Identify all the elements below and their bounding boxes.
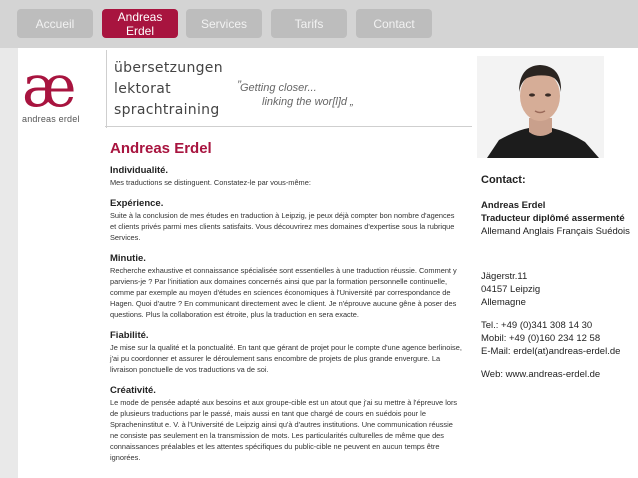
header-divider [106,50,107,128]
contact-languages: Allemand Anglais Français Suédois [481,226,630,237]
portrait-image [477,56,604,158]
section-minutie: Minutie. Recherche exhaustive et connais… [110,252,462,320]
section-text: Recherche exhaustive et connaissance spé… [110,266,457,319]
logo-name: andreas erdel [22,114,80,124]
top-navigation: Accueil Andreas Erdel Services Tarifs Co… [0,0,638,48]
contact-sidebar: Contact: Andreas Erdel Traducteur diplôm… [481,174,636,381]
main-content: Andreas Erdel Individualité. Mes traduct… [110,140,462,472]
tab-contact[interactable]: Contact [356,9,432,38]
tab-tarifs[interactable]: Tarifs [271,9,347,38]
logo[interactable]: æ andreas erdel [22,52,92,124]
tab-label: Tarifs [294,16,324,31]
contact-tel: Tel.: +49 (0)341 308 14 30 [481,320,593,331]
section-experience: Expérience. Suite à la conclusion de mes… [110,197,462,243]
tab-label: Services [200,16,247,31]
tab-label: Accueil [35,16,75,31]
contact-mobile: Mobil: +49 (0)160 234 12 58 [481,333,601,344]
section-text: Suite à la conclusion de mes études en t… [110,211,455,242]
section-fiabilite: Fiabilité. Je mise sur la qualité et la … [110,329,462,375]
tab-accueil[interactable]: Accueil [17,9,93,38]
profile-photo [477,56,604,158]
section-heading: Créativité. [110,385,156,396]
section-heading: Individualité. [110,165,169,176]
services-list: übersetzungen lektorat sprachtraining [114,58,223,121]
section-heading: Expérience. [110,198,164,209]
section-heading: Fiabilité. [110,330,149,341]
contact-country: Allemagne [481,297,526,308]
section-text: Le mode de pensée adapté aux besoins et … [110,398,458,462]
header-rule [105,126,472,127]
tab-label: Andreas Erdel [117,9,163,38]
contact-email[interactable]: E-Mail: erdel(at)andreas-erdel.de [481,345,636,358]
section-individualite: Individualité. Mes traductions se distin… [110,164,462,188]
slogan-line-2: linking the wor[l]d „ [262,96,354,108]
tab-services[interactable]: Services [186,9,262,38]
service-item: übersetzungen [114,60,223,76]
tab-label: Contact [373,16,415,31]
service-item: lektorat [114,81,171,97]
contact-street: Jägerstr.11 [481,271,528,282]
section-creativite: Créativité. Le mode de pensée adapté aux… [110,384,462,463]
logo-mark: æ [22,52,77,120]
contact-name: Andreas Erdel [481,200,546,211]
contact-heading: Contact: [481,174,526,186]
service-item: sprachtraining [114,102,220,118]
section-text: Je mise sur la qualité et la ponctualité… [110,343,462,374]
tab-andreas-erdel[interactable]: Andreas Erdel [102,9,178,38]
section-heading: Minutie. [110,253,146,264]
slogan-line-1: Getting closer... [240,82,317,94]
page-title: Andreas Erdel [110,140,212,157]
contact-city: 04157 Leipzig [481,284,541,295]
contact-role: Traducteur diplômé assermenté [481,213,625,224]
section-text: Mes traductions se distinguent. Constate… [110,178,311,187]
contact-web[interactable]: Web: www.andreas-erdel.de [481,368,636,381]
